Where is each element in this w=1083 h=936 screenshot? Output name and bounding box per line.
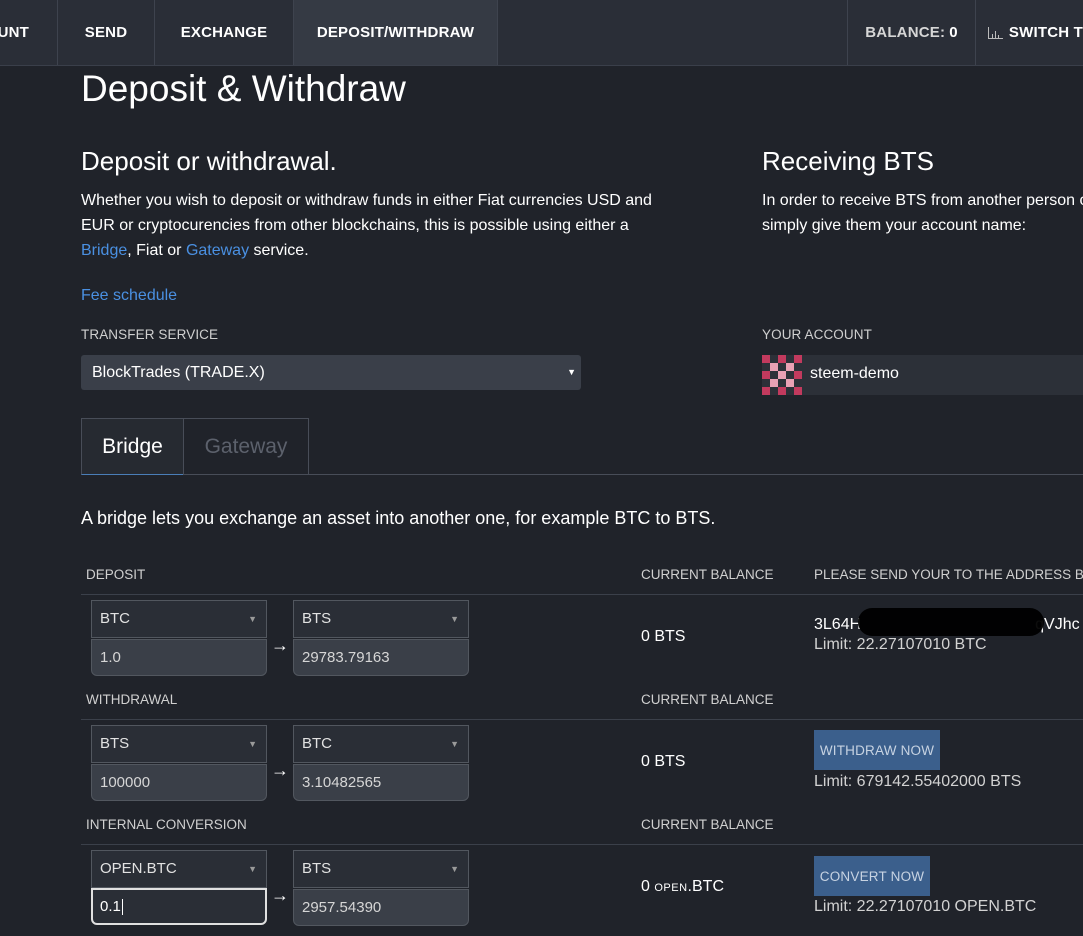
deposit-from-asset: BTC bbox=[100, 610, 130, 627]
withdrawal-balance-header: CURRENT BALANCE bbox=[641, 692, 774, 707]
chevron-down-icon: ▼ bbox=[248, 739, 257, 749]
deposit-to-asset-select[interactable]: BTS ▼ bbox=[293, 600, 469, 638]
nav-account-tab[interactable]: UNT bbox=[0, 0, 58, 65]
page-title: Deposit & Withdraw bbox=[81, 68, 406, 109]
deposit-to-asset: BTS bbox=[302, 610, 332, 627]
description-line-3: Bridge, Fiat or Gateway service. bbox=[81, 238, 681, 263]
chevron-down-icon: ▼ bbox=[248, 864, 257, 874]
receiving-line-1: In order to receive BTS from another per… bbox=[762, 192, 1083, 209]
chevron-down-icon: ▼ bbox=[248, 614, 257, 624]
balance-value: 0 bbox=[949, 24, 958, 41]
deposit-header: DEPOSIT bbox=[86, 567, 146, 582]
nav-send-label: SEND bbox=[84, 24, 128, 41]
divider bbox=[81, 594, 1083, 595]
deposit-to-amount-input[interactable]: 29783.79163 bbox=[293, 639, 469, 676]
deposit-description: Whether you wish to deposit or withdraw … bbox=[81, 188, 681, 263]
deposit-address-header: PLEASE SEND YOUR TO THE ADDRESS BELOW bbox=[814, 567, 1083, 582]
divider bbox=[81, 719, 1083, 720]
tab-bridge[interactable]: Bridge bbox=[81, 418, 184, 475]
description-text-3: , Fiat or bbox=[127, 242, 186, 259]
deposit-heading: Deposit or withdrawal. bbox=[81, 146, 337, 176]
conversion-header: INTERNAL CONVERSION bbox=[86, 817, 247, 832]
arrow-right-icon: → bbox=[271, 885, 289, 905]
fee-schedule-link[interactable]: Fee schedule bbox=[81, 283, 177, 308]
conversion-balance-suffix: .BTC bbox=[687, 878, 724, 895]
withdraw-from-amount-input[interactable]: 100000 bbox=[91, 764, 267, 801]
description-line-1: Whether you wish to deposit or withdraw … bbox=[81, 192, 652, 209]
avatar bbox=[762, 355, 802, 395]
convert-from-asset: OPEN.BTC bbox=[100, 860, 177, 877]
chevron-down-icon: ▼ bbox=[450, 614, 459, 624]
deposit-limit: Limit: 22.27107010 BTC bbox=[814, 636, 987, 653]
convert-to-asset-select[interactable]: BTS ▼ bbox=[293, 850, 469, 888]
chevron-down-icon: ▼ bbox=[450, 739, 459, 749]
your-account-label: YOUR ACCOUNT bbox=[762, 327, 872, 342]
transfer-service-select[interactable]: BlockTrades (TRADE.X) ▼ bbox=[81, 355, 581, 390]
tab-bridge-label: Bridge bbox=[102, 434, 163, 458]
withdraw-from-asset-select[interactable]: BTS ▼ bbox=[91, 725, 267, 763]
text-cursor bbox=[121, 899, 123, 916]
nav-send-tab[interactable]: SEND bbox=[58, 0, 155, 65]
receiving-description: In order to receive BTS from another per… bbox=[762, 188, 1083, 238]
nav-deposit-label: DEPOSIT/WITHDRAW bbox=[316, 24, 475, 41]
conversion-current-balance: 0 OPEN.BTC bbox=[641, 878, 724, 896]
withdraw-to-asset-select[interactable]: BTC ▼ bbox=[293, 725, 469, 763]
withdraw-to-asset: BTC bbox=[302, 735, 332, 752]
redaction-mark bbox=[858, 608, 1044, 636]
nav-exchange-label: EXCHANGE bbox=[180, 24, 268, 41]
convert-to-asset: BTS bbox=[302, 860, 332, 877]
withdrawal-header: WITHDRAWAL bbox=[86, 692, 178, 707]
nav-switch-button[interactable]: SWITCH T bbox=[976, 0, 1083, 65]
deposit-balance-header: CURRENT BALANCE bbox=[641, 567, 774, 582]
tab-gateway[interactable]: Gateway bbox=[183, 418, 309, 475]
balance-label: BALANCE: bbox=[865, 24, 946, 41]
nav-account-label: UNT bbox=[0, 24, 29, 41]
receiving-heading: Receiving BTS bbox=[762, 146, 934, 176]
tab-gateway-label: Gateway bbox=[204, 434, 288, 458]
convert-from-amount-value: 0.1 bbox=[100, 898, 121, 915]
conversion-limit: Limit: 22.27107010 OPEN.BTC bbox=[814, 898, 1037, 915]
nav-exchange-tab[interactable]: EXCHANGE bbox=[155, 0, 294, 65]
arrow-right-icon: → bbox=[271, 760, 289, 780]
address-start: 3L64H bbox=[814, 616, 862, 633]
withdraw-now-button[interactable]: WITHDRAW NOW bbox=[814, 730, 940, 770]
account-name: steem-demo bbox=[810, 365, 899, 382]
conversion-balance-prefix: OPEN bbox=[654, 882, 688, 894]
conversion-balance-header: CURRENT BALANCE bbox=[641, 817, 774, 832]
withdrawal-current-balance: 0 BTS bbox=[641, 753, 686, 770]
withdraw-to-amount-input[interactable]: 3.10482565 bbox=[293, 764, 469, 801]
description-line-2: EUR or cryptocurencies from other blockc… bbox=[81, 217, 629, 234]
nav-deposit-withdraw-tab[interactable]: DEPOSIT/WITHDRAW bbox=[294, 0, 498, 65]
chevron-down-icon: ▼ bbox=[567, 367, 576, 377]
bridge-description: A bridge lets you exchange an asset into… bbox=[81, 508, 716, 528]
gateway-link[interactable]: Gateway bbox=[186, 242, 249, 259]
bridge-link[interactable]: Bridge bbox=[81, 242, 127, 259]
withdraw-from-asset: BTS bbox=[100, 735, 130, 752]
deposit-from-amount-input[interactable]: 1.0 bbox=[91, 639, 267, 676]
convert-now-button[interactable]: CONVERT NOW bbox=[814, 856, 930, 896]
top-navigation: UNT SEND EXCHANGE DEPOSIT/WITHDRAW BALAN… bbox=[0, 0, 1083, 66]
withdrawal-limit: Limit: 679142.55402000 BTS bbox=[814, 773, 1022, 790]
transfer-service-label: TRANSFER SERVICE bbox=[81, 327, 219, 342]
chevron-down-icon: ▼ bbox=[450, 864, 459, 874]
tab-divider bbox=[309, 474, 1083, 475]
receiving-line-2: simply give them your account name: bbox=[762, 217, 1027, 234]
account-field[interactable]: steem-demo bbox=[762, 355, 1083, 395]
convert-to-amount-input[interactable]: 2957.54390 bbox=[293, 889, 469, 926]
nav-balance[interactable]: BALANCE: 0 bbox=[847, 0, 976, 65]
divider bbox=[81, 844, 1083, 845]
description-text-4: service. bbox=[249, 242, 309, 259]
transfer-service-value: BlockTrades (TRADE.X) bbox=[92, 364, 265, 381]
convert-from-asset-select[interactable]: OPEN.BTC ▼ bbox=[91, 850, 267, 888]
convert-from-amount-input[interactable]: 0.1 bbox=[91, 888, 267, 925]
deposit-from-asset-select[interactable]: BTC ▼ bbox=[91, 600, 267, 638]
arrow-right-icon: → bbox=[271, 635, 289, 655]
switch-label: SWITCH T bbox=[1008, 24, 1083, 41]
deposit-current-balance: 0 BTS bbox=[641, 628, 686, 645]
conversion-balance-number: 0 bbox=[641, 878, 650, 895]
bar-chart-icon bbox=[988, 26, 1003, 39]
